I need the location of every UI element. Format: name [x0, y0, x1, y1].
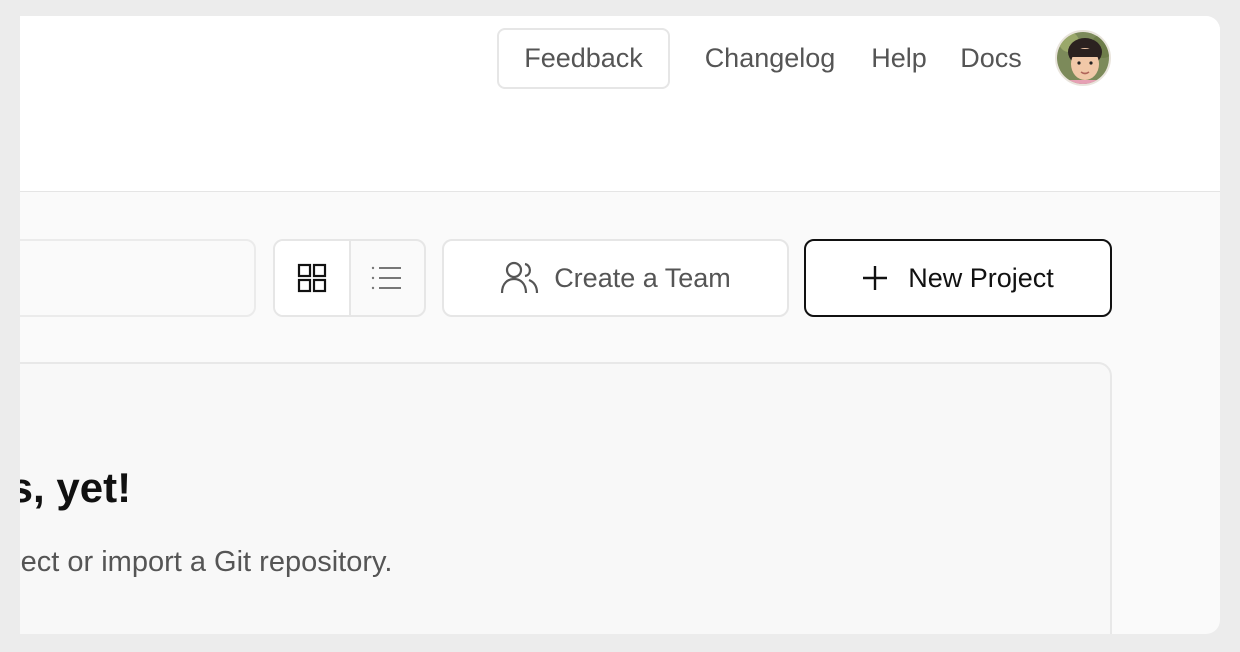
- changelog-link[interactable]: Changelog: [701, 28, 839, 89]
- create-team-label: Create a Team: [554, 262, 731, 293]
- empty-state-card: [20, 362, 1112, 634]
- docs-link[interactable]: Docs: [958, 28, 1024, 89]
- new-project-label: New Project: [908, 262, 1054, 293]
- list-view-button[interactable]: [351, 241, 425, 315]
- user-avatar[interactable]: [1055, 30, 1111, 86]
- grid-icon: [297, 263, 326, 293]
- grid-view-button[interactable]: [275, 241, 351, 315]
- list-icon: [372, 266, 402, 290]
- app-window: Feedback Changelog Help Docs Create a Te…: [20, 16, 1220, 634]
- empty-state-subtitle: Create a project or import a Git reposit…: [20, 546, 393, 578]
- help-link[interactable]: Help: [869, 28, 929, 89]
- search-input[interactable]: [20, 239, 256, 317]
- create-team-button[interactable]: Create a Team: [442, 239, 789, 317]
- feedback-button[interactable]: Feedback: [497, 28, 670, 89]
- empty-state-title: No projects, yet!: [20, 464, 132, 511]
- users-icon: [501, 261, 539, 294]
- avatar-image: [1057, 32, 1109, 84]
- top-navigation-bar: Feedback Changelog Help Docs: [20, 16, 1220, 192]
- view-mode-toggle: [273, 239, 426, 317]
- new-project-button[interactable]: New Project: [804, 239, 1112, 317]
- plus-icon: [863, 266, 888, 290]
